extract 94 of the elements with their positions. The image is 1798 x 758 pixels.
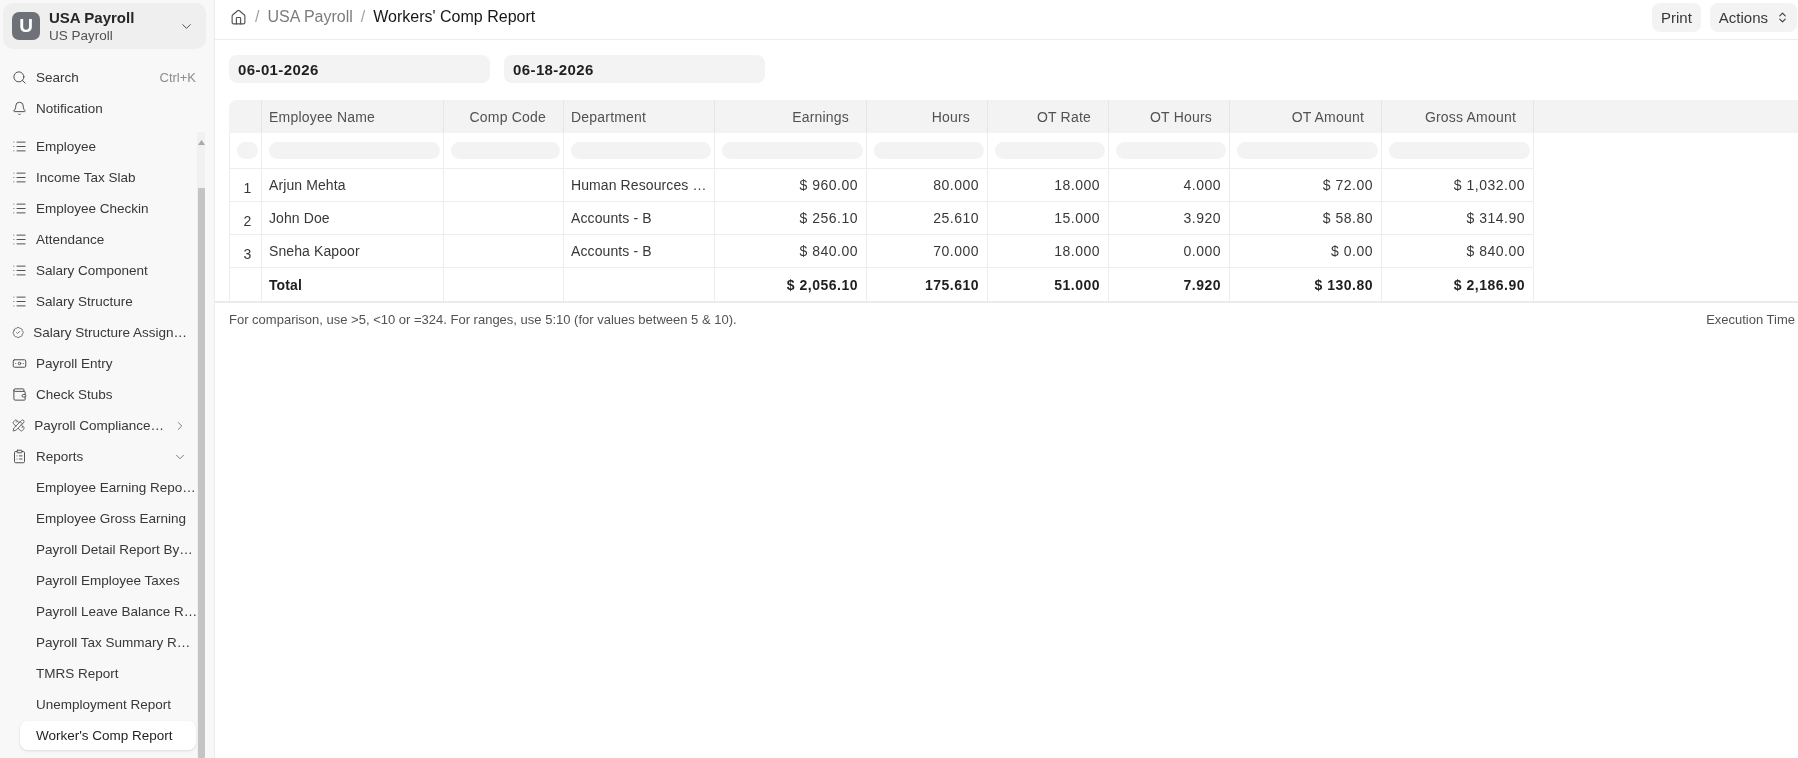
table-cell: $ 256.10 <box>715 202 867 235</box>
workspace-switcher[interactable]: U USA Payroll US Payroll <box>3 3 206 49</box>
list-icon <box>12 170 27 185</box>
table-cell: 18.000 <box>988 235 1109 268</box>
sidebar-item[interactable]: Salary Structure Assign… <box>0 318 196 347</box>
column-header: OT Hours <box>1109 100 1230 133</box>
caret-icon <box>1776 10 1789 24</box>
search-icon <box>12 70 27 85</box>
bell-icon <box>12 101 27 116</box>
execution-time-label: Execution Time <box>1706 312 1795 327</box>
total-cell: Total <box>262 268 444 301</box>
list-icon <box>12 232 27 247</box>
sidebar-item[interactable]: Employee Checkin <box>0 194 196 223</box>
table-cell: Sneha Kapoor <box>262 235 444 268</box>
notification-item[interactable]: Notification <box>0 94 205 123</box>
table-cell: $ 314.90 <box>1382 202 1534 235</box>
home-icon[interactable] <box>230 8 247 26</box>
sidebar-item[interactable]: Salary Component <box>0 256 196 285</box>
table-cell: $ 58.80 <box>1230 202 1382 235</box>
table-cell: $ 0.00 <box>1230 235 1382 268</box>
table-cell: Accounts - B <box>564 235 715 268</box>
sidebar-item[interactable]: Check Stubs <box>0 380 196 409</box>
workspace-avatar: U <box>12 12 40 40</box>
date-field[interactable]: 06-01-2026 <box>229 55 490 83</box>
shortcut-hint: Ctrl+K <box>159 70 196 85</box>
table-cell: 25.610 <box>867 202 988 235</box>
table-cell: 15.000 <box>988 202 1109 235</box>
table-cell: 18.000 <box>988 169 1109 202</box>
row-number: 2 <box>229 202 262 235</box>
total-cell: 51.000 <box>988 268 1109 301</box>
column-header: Employee Name <box>262 100 444 133</box>
list-icon <box>12 263 27 278</box>
column-header: Earnings <box>715 100 867 133</box>
column-header: OT Amount <box>1230 100 1382 133</box>
search-item[interactable]: Search Ctrl+K <box>0 63 205 92</box>
date-field[interactable]: 06-18-2026 <box>504 55 765 83</box>
total-cell: 175.610 <box>867 268 988 301</box>
row-number: 1 <box>229 169 262 202</box>
table-cell: 3.920 <box>1109 202 1230 235</box>
table-cell: $ 72.00 <box>1230 169 1382 202</box>
sidebar-item[interactable]: TMRS Report <box>20 659 196 688</box>
sidebar-item[interactable]: Worker's Comp Report <box>20 721 196 750</box>
list-icon <box>12 201 27 216</box>
column-header: OT Rate <box>988 100 1109 133</box>
sidebar-item[interactable]: Employee Gross Earning <box>20 504 196 533</box>
pencil-ruler-icon <box>12 418 26 433</box>
sidebar-item[interactable]: Salary Structure <box>0 287 196 316</box>
table-cell: 80.000 <box>867 169 988 202</box>
breadcrumb-separator: / <box>255 8 260 26</box>
sidebar-item[interactable]: Payroll Compliance… <box>0 411 196 440</box>
table-cell: $ 840.00 <box>1382 235 1534 268</box>
breadcrumb-link[interactable]: USA Payroll <box>267 8 353 26</box>
sidebar-item[interactable]: Employee <box>0 132 196 161</box>
sidebar-item[interactable]: Payroll Tax Summary R… <box>20 628 196 657</box>
table-cell: $ 840.00 <box>715 235 867 268</box>
badge-check-icon <box>12 325 25 340</box>
sidebar-item[interactable]: Income Tax Slab <box>0 163 196 192</box>
total-cell: $ 2,056.10 <box>715 268 867 301</box>
table-cell: 0.000 <box>1109 235 1230 268</box>
column-header: Hours <box>867 100 988 133</box>
sidebar-item[interactable]: Payroll Leave Balance R… <box>20 597 196 626</box>
sidebar-item[interactable]: Reports <box>0 442 196 471</box>
row-number: 3 <box>229 235 262 268</box>
actions-button[interactable]: Actions <box>1709 2 1797 32</box>
wallet-icon <box>12 387 27 402</box>
column-header: Gross Amount <box>1382 100 1534 133</box>
sidebar-item[interactable]: Payroll Entry <box>0 349 196 378</box>
sidebar-item[interactable]: Unemployment Report <box>20 690 196 719</box>
sidebar-item[interactable]: Attendance <box>0 225 196 254</box>
column-header: Comp Code <box>444 100 564 133</box>
table-cell: Human Resources … <box>564 169 715 202</box>
total-cell: $ 2,186.90 <box>1382 268 1534 301</box>
list-icon <box>12 294 27 309</box>
table-cell: 4.000 <box>1109 169 1230 202</box>
scroll-up-icon[interactable] <box>197 140 205 145</box>
table-cell: Arjun Mehta <box>262 169 444 202</box>
sidebar-item[interactable]: Payroll Employee Taxes <box>20 566 196 595</box>
sidebar-item[interactable]: Employee Earning Repo… <box>20 473 196 502</box>
breadcrumb-separator: / <box>360 8 366 26</box>
clipboard-icon <box>12 449 27 464</box>
list-icon <box>12 139 27 154</box>
filter-hint: For comparison, use >5, <10 or =324. For ranges, use 5:10 (for values between 5 & 10). <box>229 312 737 327</box>
breadcrumb-link[interactable]: Workers' Comp Report <box>373 8 536 26</box>
table-cell: John Doe <box>262 202 444 235</box>
table-cell: $ 960.00 <box>715 169 867 202</box>
banknote-icon <box>12 356 27 371</box>
sidebar-item[interactable]: Payroll Detail Report By… <box>20 535 196 564</box>
print-button[interactable]: Print <box>1651 2 1701 32</box>
total-cell: 7.920 <box>1109 268 1230 301</box>
table-cell: Accounts - B <box>564 202 715 235</box>
column-header: Department <box>564 100 715 133</box>
total-cell: $ 130.80 <box>1230 268 1382 301</box>
table-cell: 70.000 <box>867 235 988 268</box>
table-cell: $ 1,032.00 <box>1382 169 1534 202</box>
